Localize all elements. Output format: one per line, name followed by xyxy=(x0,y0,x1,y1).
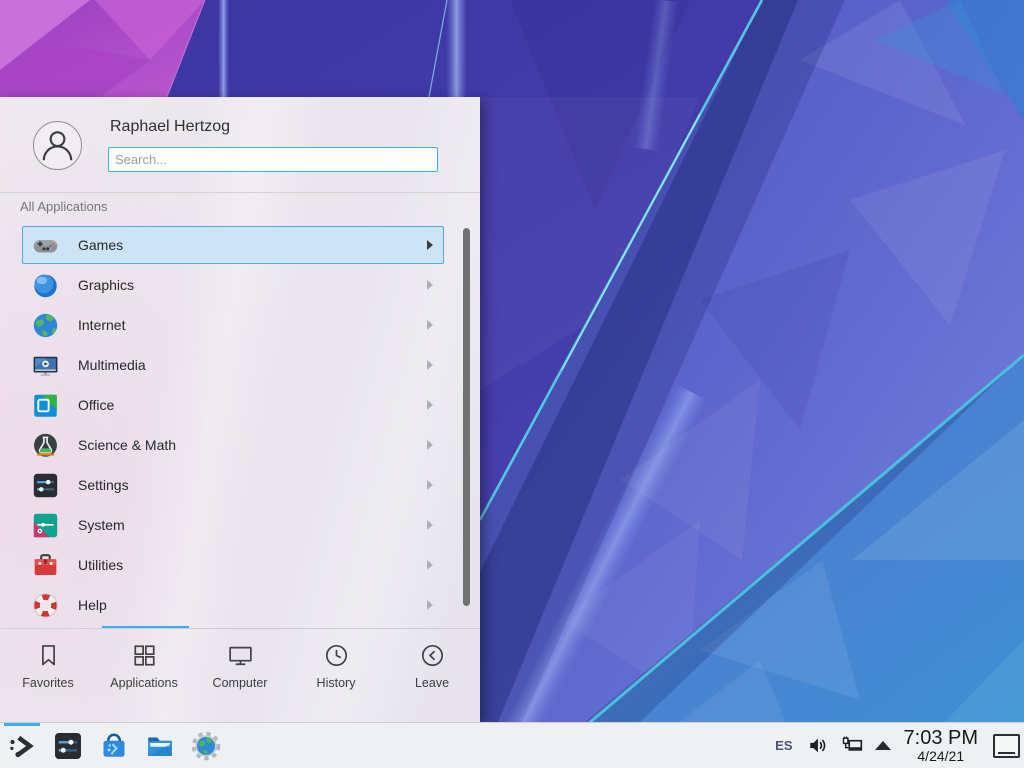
history-icon xyxy=(323,642,350,669)
menu-category-multimedia[interactable]: Multimedia xyxy=(22,346,444,384)
menu-category-label: System xyxy=(78,517,125,533)
chevron-right-icon xyxy=(427,560,433,570)
tab-label: Applications xyxy=(110,676,177,690)
desktop: Raphael Hertzog All Applications Games Gr… xyxy=(0,0,1024,768)
menu-category-graphics[interactable]: Graphics xyxy=(22,266,444,304)
chevron-right-icon xyxy=(427,320,433,330)
tab-label: Computer xyxy=(213,676,268,690)
menu-category-label: Utilities xyxy=(78,557,123,573)
applications-icon xyxy=(131,642,158,669)
chevron-right-icon xyxy=(427,440,433,450)
chevron-right-icon xyxy=(427,600,433,610)
utilities-icon xyxy=(32,552,59,579)
tab-leave[interactable]: Leave xyxy=(384,629,480,722)
settings-icon xyxy=(32,472,59,499)
science-icon xyxy=(32,432,59,459)
application-launcher-menu: Raphael Hertzog All Applications Games Gr… xyxy=(0,97,480,722)
leave-icon xyxy=(419,642,446,669)
expand-tray-arrow-icon[interactable] xyxy=(875,741,891,750)
tab-bar: Favorites Applications Computer History Leav… xyxy=(0,629,480,722)
menu-category-label: Internet xyxy=(78,317,125,333)
taskbar-launchers xyxy=(6,723,222,768)
menu-category-help[interactable]: Help xyxy=(22,586,444,624)
tab-label: History xyxy=(317,676,356,690)
menu-category-label: Multimedia xyxy=(78,357,146,373)
tab-computer[interactable]: Computer xyxy=(192,629,288,722)
menu-category-label: Settings xyxy=(78,477,129,493)
menu-category-label: Graphics xyxy=(78,277,134,293)
chevron-right-icon xyxy=(427,280,433,290)
chevron-right-icon xyxy=(427,360,433,370)
volume-icon[interactable] xyxy=(807,734,830,757)
taskbar-system-settings[interactable] xyxy=(52,730,84,762)
internet-icon xyxy=(32,312,59,339)
clock-time: 7:03 PM xyxy=(904,728,978,749)
menu-category-office[interactable]: Office xyxy=(22,386,444,424)
help-icon xyxy=(32,592,59,619)
menu-category-system[interactable]: System xyxy=(22,506,444,544)
app-category-list: Games Graphics Internet Multimedia Office Sci… xyxy=(0,224,456,626)
menu-category-label: Science & Math xyxy=(78,437,176,453)
tray-icons xyxy=(807,734,875,757)
chevron-right-icon xyxy=(427,400,433,410)
user-avatar xyxy=(33,121,82,170)
graphics-icon xyxy=(32,272,59,299)
wired-network-icon[interactable] xyxy=(841,734,864,757)
digital-clock[interactable]: 7:03 PM 4/24/21 xyxy=(904,728,978,764)
keyboard-layout-indicator[interactable]: ES xyxy=(775,738,792,753)
tab-history[interactable]: History xyxy=(288,629,384,722)
tab-applications[interactable]: Applications xyxy=(96,629,192,722)
taskbar-discover-software-center[interactable] xyxy=(98,730,130,762)
chevron-right-icon xyxy=(427,520,433,530)
section-label: All Applications xyxy=(20,199,107,214)
computer-icon xyxy=(227,642,254,669)
menu-category-label: Office xyxy=(78,397,114,413)
system-tray: ES 7:03 PM 4/24/21 xyxy=(775,723,1024,768)
favorites-icon xyxy=(35,642,62,669)
tab-label: Favorites xyxy=(22,676,73,690)
scrollbar-handle[interactable] xyxy=(463,228,470,606)
search-input[interactable] xyxy=(108,147,438,172)
multimedia-icon xyxy=(32,352,59,379)
menu-category-label: Games xyxy=(78,237,123,253)
menu-category-label: Help xyxy=(78,597,107,613)
show-desktop-button[interactable] xyxy=(993,734,1020,758)
system-icon xyxy=(32,512,59,539)
taskbar-application-launcher[interactable] xyxy=(6,730,38,762)
menu-category-internet[interactable]: Internet xyxy=(22,306,444,344)
chevron-right-icon xyxy=(427,240,433,250)
menu-category-utilities[interactable]: Utilities xyxy=(22,546,444,584)
menu-category-games[interactable]: Games xyxy=(22,226,444,264)
tab-label: Leave xyxy=(415,676,449,690)
launcher-header: Raphael Hertzog xyxy=(0,97,480,193)
clock-date: 4/24/21 xyxy=(917,749,964,764)
taskbar: ES 7:03 PM 4/24/21 xyxy=(0,722,1024,768)
menu-category-settings[interactable]: Settings xyxy=(22,466,444,504)
user-name: Raphael Hertzog xyxy=(110,118,230,136)
taskbar-konqueror-web-browser[interactable] xyxy=(190,730,222,762)
menu-category-science-math[interactable]: Science & Math xyxy=(22,426,444,464)
tab-favorites[interactable]: Favorites xyxy=(0,629,96,722)
taskbar-dolphin-file-manager[interactable] xyxy=(144,730,176,762)
chevron-right-icon xyxy=(427,480,433,490)
games-icon xyxy=(32,232,59,259)
office-icon xyxy=(32,392,59,419)
